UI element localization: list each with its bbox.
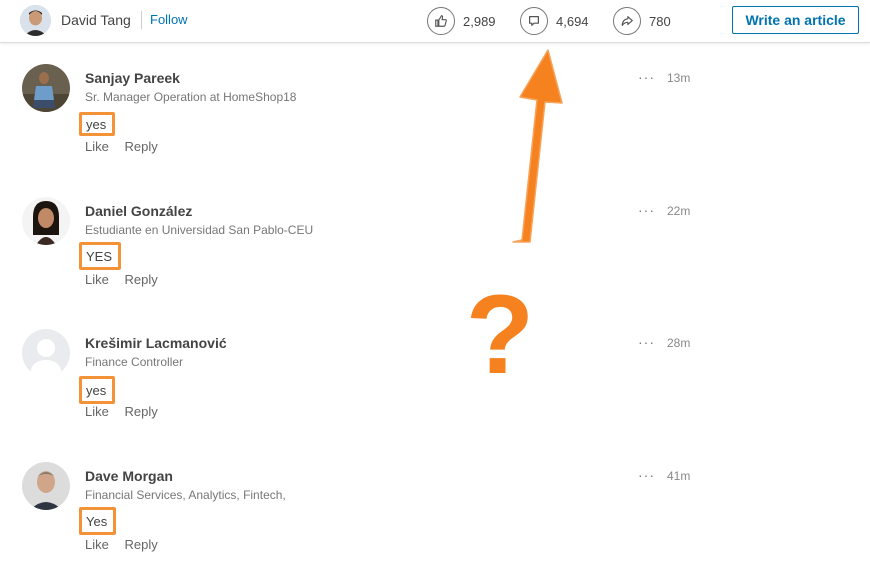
comment-text: yes (86, 382, 107, 398)
comment-timestamp: 13m (667, 71, 691, 85)
like-button[interactable]: Like (85, 404, 109, 419)
comment-text: YES (86, 248, 113, 264)
highlight-box: yes (79, 376, 116, 404)
shares-count: 780 (649, 13, 671, 29)
reply-button[interactable]: Reply (124, 272, 157, 287)
likes-stat[interactable]: 2,989 (427, 6, 496, 36)
likes-count: 2,989 (463, 13, 496, 29)
commenter-headline: Estudiante en Universidad San Pablo-CEU (85, 223, 314, 237)
comment-item: Sanjay Pareek Sr. Manager Operation at H… (0, 64, 870, 184)
like-button[interactable]: Like (85, 139, 109, 154)
follow-link[interactable]: Follow (150, 12, 188, 27)
comment-item: Daniel González Estudiante en Universida… (0, 197, 870, 317)
share-arrow-icon[interactable] (613, 7, 641, 35)
commenter-headline: Sr. Manager Operation at HomeShop18 (85, 90, 297, 104)
author-avatar[interactable] (20, 5, 51, 36)
comment-actions: Like Reply (85, 404, 170, 419)
comment-item: Dave Morgan Financial Services, Analytic… (0, 462, 870, 582)
commenter-headline: Finance Controller (85, 355, 184, 369)
comment-bubble-icon[interactable] (520, 7, 548, 35)
highlight-box: YES (79, 242, 122, 270)
header-divider (141, 11, 142, 29)
comment-actions: Like Reply (85, 537, 170, 552)
comments-count: 4,694 (556, 13, 589, 29)
commenter-name[interactable]: Dave Morgan (85, 468, 173, 484)
reply-button[interactable]: Reply (124, 537, 157, 552)
shares-stat[interactable]: 780 (613, 6, 671, 36)
reply-button[interactable]: Reply (124, 404, 157, 419)
comment-text: Yes (86, 513, 108, 529)
more-options-icon[interactable]: ··· (638, 334, 655, 350)
commenter-name[interactable]: Daniel González (85, 203, 192, 219)
article-top-bar: David Tang Follow 2,989 4,694 780 Write … (0, 0, 870, 43)
more-options-icon[interactable]: ··· (638, 69, 655, 85)
highlight-box: yes (79, 112, 116, 136)
commenter-avatar[interactable] (22, 197, 70, 245)
comment-actions: Like Reply (85, 272, 170, 287)
comment-text: yes (86, 116, 107, 132)
default-avatar-icon[interactable] (22, 329, 70, 377)
commenter-name[interactable]: Sanjay Pareek (85, 70, 180, 86)
write-article-button[interactable]: Write an article (732, 6, 859, 34)
comment-timestamp: 41m (667, 469, 691, 483)
more-options-icon[interactable]: ··· (638, 467, 655, 483)
author-name[interactable]: David Tang (61, 12, 131, 28)
like-button[interactable]: Like (85, 272, 109, 287)
comment-timestamp: 28m (667, 336, 691, 350)
comment-actions: Like Reply (85, 139, 170, 154)
comments-stat[interactable]: 4,694 (520, 6, 589, 36)
like-button[interactable]: Like (85, 537, 109, 552)
comment-item: Krešimir Lacmanović Finance Controller ·… (0, 329, 870, 449)
thumbs-up-icon[interactable] (427, 7, 455, 35)
commenter-avatar[interactable] (22, 462, 70, 510)
commenter-name[interactable]: Krešimir Lacmanović (85, 335, 227, 351)
comment-timestamp: 22m (667, 204, 691, 218)
commenter-headline: Financial Services, Analytics, Fintech, (85, 488, 286, 502)
highlight-box: Yes (79, 507, 117, 535)
more-options-icon[interactable]: ··· (638, 202, 655, 218)
reply-button[interactable]: Reply (124, 139, 157, 154)
commenter-avatar[interactable] (22, 64, 70, 112)
